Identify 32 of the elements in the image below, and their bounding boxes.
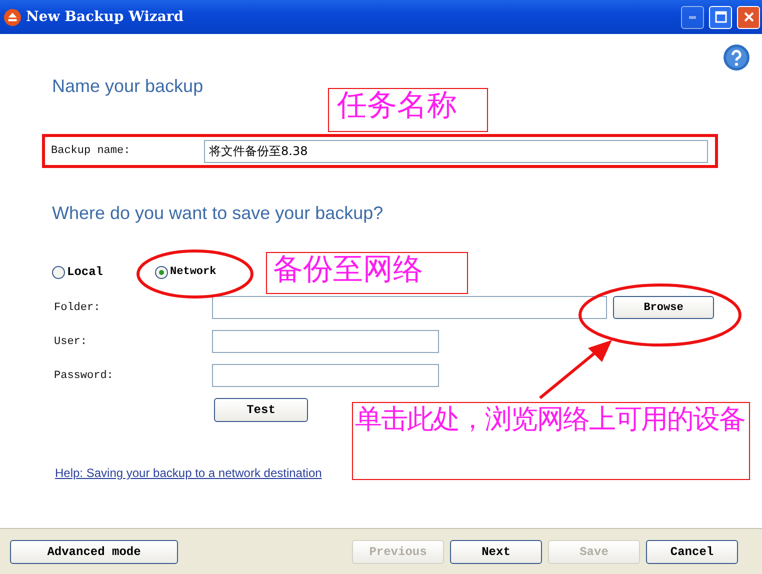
section-heading: Name your backup <box>52 76 204 97</box>
help-link[interactable]: Help: Saving your backup to a network destination <box>55 466 322 480</box>
text-field[interactable] <box>212 296 607 319</box>
close-icon <box>742 11 754 23</box>
field-label: Password: <box>54 370 114 382</box>
field-label: Folder: <box>54 302 102 314</box>
field-label: User: <box>54 336 88 348</box>
radio-option[interactable]: Network <box>155 266 216 278</box>
callout-label: 备份至网络 <box>266 252 468 294</box>
eject-icon <box>4 8 21 26</box>
footer-button[interactable]: Next <box>450 540 542 564</box>
window-title: New Backup Wizard <box>26 9 184 25</box>
minimize-button[interactable] <box>681 6 704 28</box>
callout-label: 任务名称 <box>328 88 488 132</box>
test-button[interactable]: Test <box>214 398 308 422</box>
radio-option[interactable]: Local <box>52 265 104 279</box>
browse-button[interactable]: Browse <box>613 296 714 319</box>
footer-button[interactable]: Cancel <box>646 540 738 564</box>
minimize-icon <box>689 16 696 18</box>
advanced-mode-button[interactable]: Advanced mode <box>10 540 178 564</box>
radio-button[interactable] <box>155 266 168 278</box>
close-button[interactable] <box>737 6 760 28</box>
field-label: Backup name: <box>51 145 132 157</box>
text-field[interactable] <box>212 330 439 353</box>
text-field[interactable] <box>212 364 439 387</box>
maximize-button[interactable] <box>709 6 732 28</box>
section-heading: Where do you want to save your backup? <box>52 203 384 224</box>
radio-button[interactable] <box>52 266 65 278</box>
callout-label: 单击此处，浏览网络上可用的设备 <box>352 402 750 480</box>
maximize-icon <box>714 11 726 23</box>
help-icon[interactable] <box>723 44 750 71</box>
backup-name-field[interactable]: 将文件备份至8.38 <box>204 140 708 162</box>
